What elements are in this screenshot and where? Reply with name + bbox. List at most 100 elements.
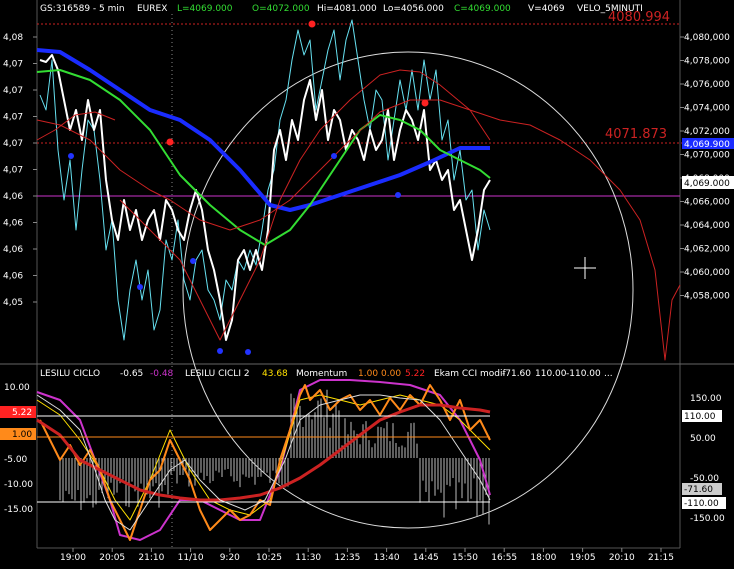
right-price-axis: 4,080,000 4,078,000 4,076,000 4,074,000 4,07…	[680, 33, 730, 302]
legend-item: Momentum	[296, 369, 347, 379]
right-price-tick-label: 4,078,000	[684, 57, 730, 67]
left-price-tick-label: 4,06	[3, 272, 23, 282]
blue-signal-dot	[395, 192, 401, 198]
right-price-tick-label: 4,064,000	[684, 221, 730, 231]
right-price-tick-label: 4,070,000	[684, 151, 730, 161]
left-indicator-tick-label: 10.00	[4, 383, 30, 393]
time-tick-label: 13:40	[374, 553, 400, 563]
indicator-series-group	[36, 379, 491, 541]
blue-signal-dot	[68, 153, 74, 159]
left-price-tick-label: 4,07	[3, 60, 23, 70]
blue-signal-dot	[331, 153, 337, 159]
left-price-tick-label: 4,07	[3, 86, 23, 96]
time-tick-label: 12:35	[334, 553, 360, 563]
indicator-legend: LESILU CICLO -0.65 -0.48 LESILU CICLI 2 43.6…	[40, 369, 613, 379]
left-price-tick-label: 4,07	[3, 113, 23, 123]
right-indicator-tick-label: -50.00	[690, 474, 719, 484]
time-tick-label: 10:25	[256, 553, 282, 563]
left-tag-red-text: 5.22	[12, 408, 32, 418]
price-tag-text: 4,069.000	[684, 179, 730, 189]
legend-item: LESILU CICLI 2	[185, 369, 250, 379]
left-price-axis: 4,08 4,07 4,07 4,07 4,07 4,07 4,06 4,06 4,06 4,06…	[3, 33, 37, 308]
time-tick-label: 20:10	[609, 553, 635, 563]
right-price-tick-label: 4,058,000	[684, 292, 730, 302]
right-price-tick-label: 4,080,000	[684, 33, 730, 43]
time-tick-label: 21:10	[138, 553, 164, 563]
header-bar: GS:316589 - 5 min EUREX L=4069.000 O=407…	[40, 4, 643, 14]
left-indicator-axis: 10.00 -5.00 -10.00 -15.00	[4, 383, 33, 515]
right-tag-110-text: 110.00	[684, 412, 716, 422]
time-tick-label: 9:20	[220, 553, 240, 563]
left-indicator-tick-label: -10.00	[4, 480, 33, 490]
crosshair-cursor	[574, 257, 596, 279]
level-label-mid: 4071.873	[605, 127, 667, 142]
blue-signal-dot	[217, 348, 223, 354]
right-tag-m71-text: -71.60	[684, 485, 713, 495]
legend-item: -110.00	[566, 369, 601, 379]
header-low: Lo=4056.000	[383, 4, 444, 14]
time-tick-label: 20:05	[99, 553, 125, 563]
blue-ma-tag-text: 4,069.900	[684, 140, 730, 150]
time-tick-label: 19:00	[60, 553, 86, 563]
red-signal-dot	[166, 138, 174, 146]
legend-item: Ekam CCI modif	[434, 369, 506, 379]
left-price-tick-label: 4,06	[3, 192, 23, 202]
left-price-tick-label: 4,07	[3, 166, 23, 176]
time-tick-label: 18:00	[530, 553, 556, 563]
header-symbol: GS:316589 - 5 min	[40, 4, 125, 14]
chart-canvas[interactable]: GS:316589 - 5 min EUREX L=4069.000 O=407…	[0, 0, 734, 565]
right-indicator-tick-label: -150.00	[690, 514, 725, 524]
header-last: L=4069.000	[177, 4, 233, 14]
header-volume: V=4069	[528, 4, 565, 14]
time-tick-label: 15:50	[452, 553, 478, 563]
red-cycle-curve-3	[36, 111, 116, 141]
left-indicator-tick-label: -15.00	[4, 505, 33, 515]
legend-item: LESILU CICLO	[40, 369, 100, 379]
right-price-tick-label: 4,074,000	[684, 104, 730, 114]
red-signal-dot	[308, 20, 316, 28]
right-price-tick-label: 4,062,000	[684, 245, 730, 255]
legend-item: 43.68	[262, 369, 288, 379]
cyan-price-line	[39, 19, 491, 341]
header-high: Hi=4081.000	[317, 4, 377, 14]
legend-item: 0.00	[381, 369, 401, 379]
level-label-top: 4080.994	[608, 10, 670, 25]
right-price-tick-label: 4,060,000	[684, 268, 730, 278]
blue-signal-dot	[190, 258, 196, 264]
time-tick-label: 14:45	[413, 553, 439, 563]
legend-item: 110.00	[535, 369, 567, 379]
right-price-tick-label: 4,066,000	[684, 198, 730, 208]
trading-chart[interactable]: GS:316589 - 5 min EUREX L=4069.000 O=407…	[0, 0, 734, 565]
time-tick-label: 21:15	[648, 553, 674, 563]
legend-item: ...	[604, 369, 613, 379]
right-price-tick-label: 4,072,000	[684, 127, 730, 137]
legend-item: -0.65	[120, 369, 143, 379]
left-price-tick-label: 4,08	[3, 33, 23, 43]
legend-item: 1.00	[358, 369, 378, 379]
right-price-tick-label: 4,076,000	[684, 80, 730, 90]
right-tag-m110-text: -110.00	[684, 499, 719, 509]
legend-item: 5.22	[405, 369, 425, 379]
blue-signal-dot	[245, 349, 251, 355]
right-indicator-tick-label: 150.00	[690, 394, 722, 404]
header-close: C=4069.000	[454, 4, 511, 14]
legend-item: -0.48	[150, 369, 174, 379]
left-tag-orange-text: 1.00	[12, 430, 32, 440]
blue-signal-dot	[137, 284, 143, 290]
header-exchange: EUREX	[137, 4, 167, 14]
legend-item: -71.60	[502, 369, 531, 379]
price-series-group	[36, 19, 681, 361]
time-tick-label: 11/10	[178, 553, 204, 563]
left-indicator-tick-label: -5.00	[4, 455, 28, 465]
left-price-tick-label: 4,06	[3, 245, 23, 255]
time-tick-label: 19:05	[570, 553, 596, 563]
left-price-tick-label: 4,07	[3, 139, 23, 149]
time-axis: 19:00 20:05 21:10 11/10 9:20 10:25 11:30 12:35 1…	[60, 548, 674, 563]
red-signal-dot	[421, 99, 429, 107]
time-tick-label: 16:55	[491, 553, 517, 563]
left-price-tick-label: 4,06	[3, 219, 23, 229]
time-tick-label: 11:30	[295, 553, 321, 563]
header-open: O=4072.000	[252, 4, 310, 14]
left-price-tick-label: 4,05	[3, 298, 23, 308]
right-indicator-tick-label: 50.00	[690, 434, 716, 444]
